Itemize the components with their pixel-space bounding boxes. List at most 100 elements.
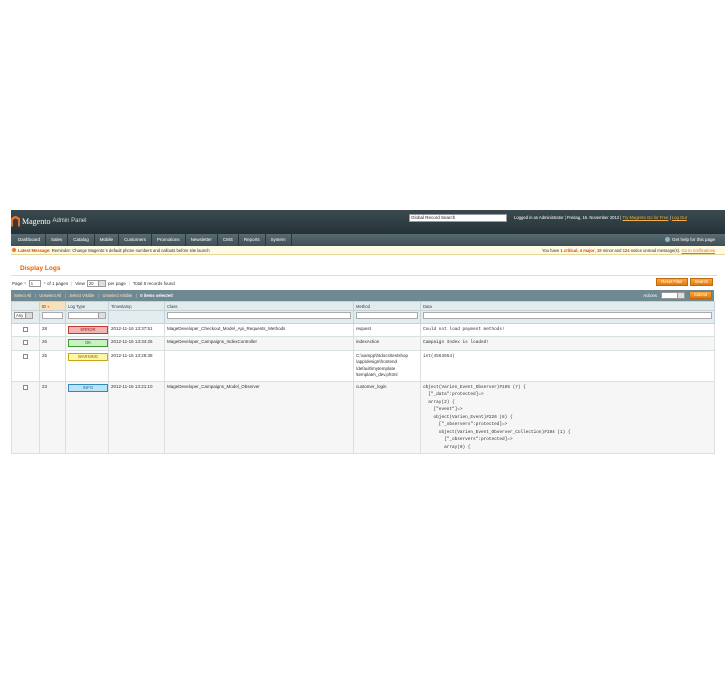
row-checkbox[interactable]	[23, 384, 28, 390]
nav-item-sales[interactable]: Sales	[46, 234, 69, 246]
major-count: 4 major	[579, 248, 595, 253]
of-pages-text: of 1 pages	[47, 280, 69, 286]
col-header-timestamp[interactable]: Timestamp	[108, 301, 165, 311]
magento-logo[interactable]: Magento Admin Panel	[11, 215, 86, 227]
system-messages-bar: Latest Message: Reminder: Change Magento…	[11, 246, 725, 255]
nav-item-system[interactable]: System	[266, 234, 292, 246]
logout-link[interactable]: Log Out	[672, 215, 687, 220]
col-header-data[interactable]: Data	[420, 301, 715, 311]
cell-id: 23	[39, 380, 66, 454]
col-header-id[interactable]: ID ▾	[39, 301, 66, 311]
col-header-log-type[interactable]: Log Type	[65, 301, 109, 311]
logo-subtitle: Admin Panel	[52, 218, 87, 224]
cell-data: int(4563654)	[420, 349, 715, 382]
page-number-input[interactable]: 1	[28, 279, 41, 287]
total-records-text: Total 8 records found	[132, 280, 175, 286]
filter-any-select[interactable]: Any	[14, 312, 33, 319]
cell-class: MageDeveloper_Checkout_Model_Api_Request…	[164, 322, 354, 337]
summary-suffix: notice unread message(s).	[629, 248, 682, 253]
filter-log-type-cell	[65, 310, 109, 324]
page-title: Display Logs	[11, 255, 717, 276]
row-checkbox-cell	[11, 349, 40, 382]
cell-timestamp: 2012-11-16 13:21:10	[108, 380, 165, 454]
cell-log-type: WARNING	[65, 349, 109, 382]
table-row[interactable]: 26 OK 2012-11-16 13:34:25 MageDeveloper_…	[11, 336, 715, 351]
massaction-actions: Actions Submit	[643, 291, 712, 299]
per-page-select[interactable]: 20	[86, 279, 106, 287]
actions-select[interactable]	[660, 291, 685, 299]
nav-item-reports[interactable]: Reports	[239, 234, 266, 246]
latest-message-label: Latest Message:	[18, 248, 51, 253]
actions-label: Actions	[643, 292, 657, 298]
submit-button[interactable]: Submit	[688, 291, 712, 299]
col-header-method[interactable]: Method	[353, 301, 421, 311]
massaction-bar: Select All | Unselect All | Select Visible…	[11, 290, 714, 301]
unselect-visible-link[interactable]: Unselect Visible	[102, 293, 132, 298]
latest-message-text: Reminder: Change Magento`s default phone…	[51, 248, 210, 253]
nav-item-cms[interactable]: CMS	[218, 234, 239, 246]
global-search-input[interactable]: Global Record Search	[409, 214, 507, 222]
cell-class	[164, 349, 354, 382]
nav-item-catalog[interactable]: Catalog	[68, 234, 95, 246]
header-user-links: Logged in as Administrator | Freitag, 16…	[514, 215, 687, 220]
reset-filter-button[interactable]: Reset Filter	[656, 278, 688, 286]
cell-class: MageDeveloper_Campaigns_Model_Observer	[164, 380, 354, 454]
try-magento-link[interactable]: Try Magento Go for Free	[622, 215, 668, 220]
massaction-pipe: |	[136, 293, 138, 298]
unselect-all-link[interactable]: Unselect All	[39, 293, 61, 298]
search-button[interactable]: Search	[689, 278, 713, 286]
filter-select-cell: Any	[11, 310, 40, 324]
nav-item-promotions[interactable]: Promotions	[152, 234, 186, 246]
nav-item-customers[interactable]: Customers	[119, 234, 152, 246]
cell-log-type: INFO	[65, 380, 109, 454]
filter-class-cell	[164, 310, 354, 324]
filter-id-cell	[39, 310, 66, 324]
log-type-badge: ERROR	[68, 325, 108, 334]
notice-count: 124	[622, 248, 630, 253]
filter-data-cell	[420, 310, 715, 324]
page-label: Page	[12, 280, 23, 286]
view-label: View	[75, 280, 85, 286]
go-to-notifications-link[interactable]: Go to notifications	[681, 248, 715, 253]
critical-count: 1 critical	[560, 248, 578, 253]
cell-log-type: OK	[65, 336, 109, 351]
filter-data-input[interactable]	[423, 312, 712, 319]
nav-item-dashboard[interactable]: Dashboard	[13, 234, 47, 246]
filter-id-input[interactable]	[42, 312, 63, 319]
logged-in-text: Logged in as Administrator | Freitag, 16…	[514, 215, 623, 220]
row-checkbox[interactable]	[23, 326, 28, 332]
table-row[interactable]: 25 WARNING 2012-11-16 13:29:38 C:\xampp\…	[11, 349, 715, 382]
table-row[interactable]: 23 INFO 2012-11-16 13:21:10 MageDevelope…	[11, 380, 715, 454]
row-checkbox-cell	[11, 380, 40, 454]
nav-item-newsletter[interactable]: Newsletter	[186, 234, 218, 246]
massaction-pipe: |	[65, 293, 67, 298]
next-page-icon[interactable]: ▸	[44, 280, 46, 286]
pager-separator: |	[71, 280, 73, 286]
magento-logo-icon	[11, 215, 20, 227]
select-visible-link[interactable]: Select Visible	[69, 293, 94, 298]
col-header-class[interactable]: Class	[164, 301, 354, 311]
massaction-pipe: |	[98, 293, 100, 298]
help-text: Get help for this page	[671, 237, 715, 242]
cell-timestamp: 2012-11-16 13:34:25	[108, 336, 165, 351]
cell-data: object(Varien_Event_Observer)#195 (7) { …	[420, 380, 715, 454]
grid-header-row: ID ▾ Log Type Timestamp Class Method Dat…	[11, 301, 715, 311]
cell-method: indexAction	[353, 336, 421, 351]
items-selected-text: 0 items selected	[140, 293, 173, 298]
cell-id: 26	[39, 336, 66, 351]
notifications-summary: You have 1 critical, 4 major, 19 minor a…	[542, 246, 715, 255]
filter-method-input[interactable]	[356, 312, 418, 319]
row-checkbox[interactable]	[23, 353, 28, 359]
filter-log-type-select[interactable]	[68, 312, 106, 319]
cell-log-type: ERROR	[65, 322, 109, 337]
nav-item-mobile[interactable]: Mobile	[95, 234, 120, 246]
filter-class-input[interactable]	[167, 312, 351, 319]
help-link[interactable]: Get help for this page	[664, 234, 715, 246]
row-checkbox[interactable]	[23, 340, 28, 345]
logo-text: Magento	[22, 216, 51, 226]
cell-id: 25	[39, 349, 66, 382]
select-all-link[interactable]: Select All	[14, 293, 31, 298]
table-row[interactable]: 28 ERROR 2012-11-16 13:37:51 MageDevelop…	[11, 322, 715, 337]
prev-page-icon[interactable]: ◂	[24, 280, 26, 286]
row-checkbox-cell	[11, 322, 40, 337]
